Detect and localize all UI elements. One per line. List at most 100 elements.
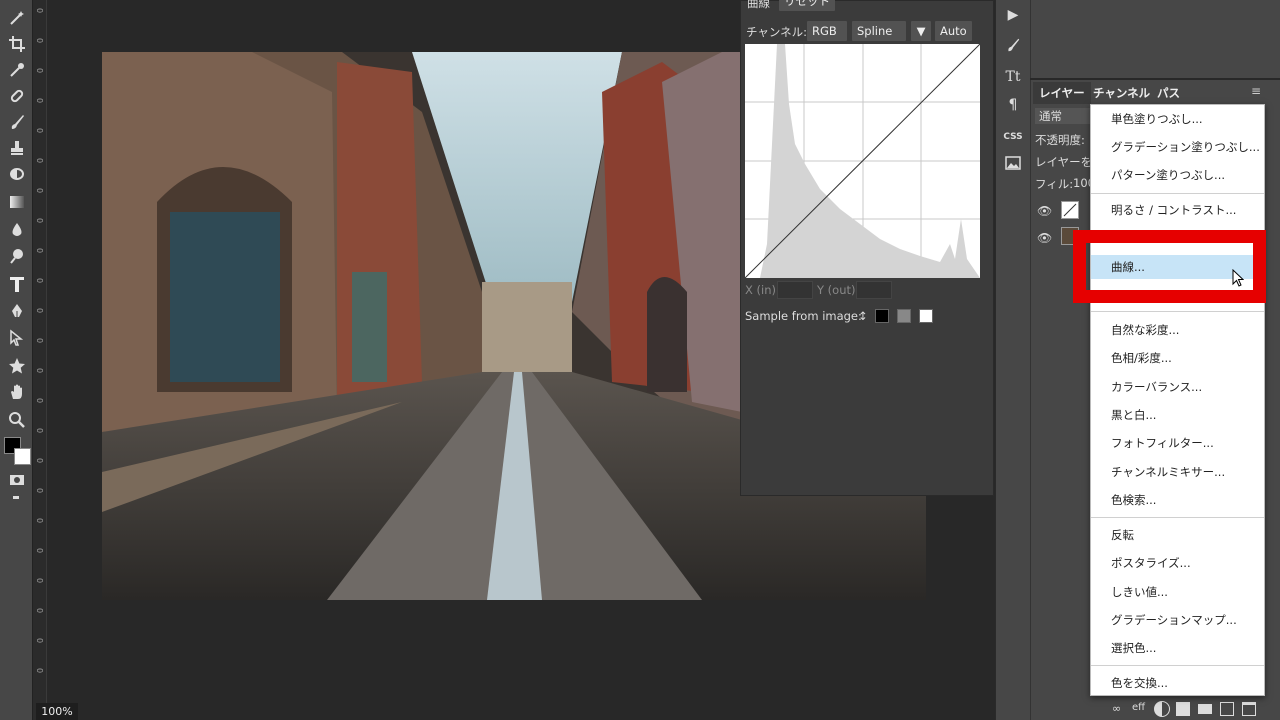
stamp-icon[interactable] xyxy=(4,136,30,160)
menu-separator xyxy=(1091,193,1264,194)
menu-item-black-white[interactable]: 黒と白... xyxy=(1091,403,1264,427)
menu-item-brightness-contrast[interactable]: 明るさ / コントラスト... xyxy=(1091,198,1264,222)
ruler-mark: 0 xyxy=(35,38,44,44)
mode-select[interactable]: Spline ▾ xyxy=(852,21,906,58)
ruler-mark: 0 xyxy=(35,608,44,614)
menu-item-posterize[interactable]: ポスタライズ... xyxy=(1091,551,1264,575)
curves-dialog: 曲線 リセット チャンネル: RGB ▾ Spline ▾ ▼ Auto X (… xyxy=(740,0,994,496)
ruler-mark: 0 xyxy=(35,368,44,374)
crop-icon[interactable] xyxy=(4,32,30,56)
menu-item-solid-fill[interactable]: 単色塗りつぶし... xyxy=(1091,107,1264,131)
tools-panel xyxy=(0,0,33,720)
gradient-icon[interactable] xyxy=(4,190,30,214)
hand-icon[interactable] xyxy=(4,380,30,404)
opacity-label: 不透明度: xyxy=(1035,133,1085,147)
ruler-mark: 0 xyxy=(35,338,44,344)
css-icon[interactable]: CSS xyxy=(1001,126,1025,148)
ruler-mark: 0 xyxy=(35,518,44,524)
eyedropper-icon[interactable] xyxy=(4,58,30,82)
ruler-mark: 0 xyxy=(35,128,44,134)
x-in-field[interactable] xyxy=(777,281,813,299)
magic-wand-icon[interactable] xyxy=(4,6,30,30)
blur-drop-icon[interactable] xyxy=(4,218,30,242)
tab-layers[interactable]: レイヤー xyxy=(1033,82,1091,104)
sample-arrows-icon[interactable]: ↕ xyxy=(858,309,868,323)
ruler-mark: 0 xyxy=(35,548,44,554)
y-out-field[interactable] xyxy=(856,281,892,299)
brush-settings-icon[interactable] xyxy=(1001,34,1025,56)
ruler-mark: 0 xyxy=(35,248,44,254)
dodge-icon[interactable] xyxy=(4,244,30,268)
ruler-mark: 0 xyxy=(35,8,44,14)
channel-select[interactable]: RGB ▾ xyxy=(807,21,847,58)
menu-item-replace-color[interactable]: 色を交換... xyxy=(1091,671,1264,695)
eye-icon[interactable]: 👁 xyxy=(1037,231,1052,245)
menu-item-channel-mixer[interactable]: チャンネルミキサー... xyxy=(1091,460,1264,484)
link-icon[interactable]: ∞ xyxy=(1112,702,1126,716)
menu-item-color-balance[interactable]: カラーバランス... xyxy=(1091,375,1264,399)
background-color[interactable] xyxy=(14,448,31,465)
folder-icon[interactable] xyxy=(1198,704,1212,714)
ruler-mark: 0 xyxy=(35,308,44,314)
menu-item-pattern-fill[interactable]: パターン塗りつぶし... xyxy=(1091,163,1264,187)
color-swatches[interactable] xyxy=(3,436,31,466)
zoom-icon[interactable] xyxy=(4,408,30,432)
auto-button[interactable]: Auto xyxy=(935,21,972,41)
tab-channels[interactable]: チャンネル xyxy=(1087,82,1156,104)
eraser-icon[interactable] xyxy=(4,162,30,186)
effects-button[interactable]: eff xyxy=(1132,702,1146,716)
mask-icon[interactable] xyxy=(1176,702,1190,716)
ruler-mark: 0 xyxy=(35,428,44,434)
image-icon[interactable] xyxy=(1001,152,1025,174)
eye-icon[interactable]: 👁 xyxy=(1037,204,1052,218)
adjustment-layer-thumbnail[interactable] xyxy=(1061,201,1079,219)
curves-graph[interactable] xyxy=(744,43,981,279)
reset-button[interactable]: リセット xyxy=(779,0,835,11)
ruler-mark: 0 xyxy=(35,278,44,284)
mode-value: Spline xyxy=(857,24,893,38)
sample-black-button[interactable] xyxy=(875,309,889,323)
sample-gray-button[interactable] xyxy=(897,309,911,323)
ruler-mark: 0 xyxy=(35,488,44,494)
trash-icon[interactable] xyxy=(1242,702,1256,716)
type-tool-icon[interactable] xyxy=(4,272,30,296)
menu-item-photo-filter[interactable]: フォトフィルター... xyxy=(1091,431,1264,455)
menu-item-vibrance[interactable]: 自然な彩度... xyxy=(1091,318,1264,342)
mouse-cursor-icon xyxy=(1232,269,1244,287)
new-layer-icon[interactable] xyxy=(1220,702,1234,716)
screen-mode-icon[interactable] xyxy=(13,496,19,499)
y-out-label: Y (out): xyxy=(817,283,860,297)
shape-star-icon[interactable] xyxy=(4,354,30,378)
menu-item-gradient-fill[interactable]: グラデーション塗りつぶし... xyxy=(1091,135,1264,159)
zoom-level[interactable]: 100% xyxy=(36,703,78,720)
channel-label: チャンネル: xyxy=(746,25,808,39)
brush-icon[interactable] xyxy=(4,110,30,134)
menu-separator xyxy=(1091,665,1264,666)
healing-brush-icon[interactable] xyxy=(4,84,30,108)
menu-item-invert[interactable]: 反転 xyxy=(1091,523,1264,547)
history-panel xyxy=(1030,0,1280,78)
x-in-label: X (in): xyxy=(745,283,780,297)
menu-item-threshold[interactable]: しきい値... xyxy=(1091,580,1264,604)
curves-title: 曲線 xyxy=(747,0,770,10)
sample-white-button[interactable] xyxy=(919,309,933,323)
character-icon[interactable]: Tt xyxy=(1001,66,1025,88)
panel-menu-icon[interactable]: ≡ xyxy=(1251,84,1261,98)
menu-item-color-lookup[interactable]: 色検索... xyxy=(1091,488,1264,512)
vertical-ruler: 0 0 0 0 0 0 0 0 0 0 0 0 0 0 0 0 0 0 0 0 … xyxy=(33,0,47,720)
pen-icon[interactable] xyxy=(4,300,30,324)
paragraph-icon[interactable]: ¶ xyxy=(1001,94,1025,116)
play-icon[interactable]: ▶ xyxy=(1001,4,1025,26)
path-select-icon[interactable] xyxy=(4,326,30,350)
options-dropdown-button[interactable]: ▼ xyxy=(911,21,931,41)
menu-item-selective-color[interactable]: 選択色... xyxy=(1091,636,1264,660)
ruler-mark: 0 xyxy=(35,218,44,224)
adjustment-layer-menu: 単色塗りつぶし... グラデーション塗りつぶし... パターン塗りつぶし... … xyxy=(1090,104,1265,696)
menu-item-hue-saturation[interactable]: 色相/彩度... xyxy=(1091,346,1264,370)
blend-mode-select[interactable]: 通常 xyxy=(1035,108,1095,124)
menu-item-gradient-map[interactable]: グラデーションマップ... xyxy=(1091,608,1264,632)
quick-mask-icon[interactable] xyxy=(4,468,30,492)
panel-icon-strip: ▶ Tt ¶ CSS xyxy=(995,0,1030,720)
adjustment-layer-icon[interactable] xyxy=(1154,701,1170,717)
tab-paths[interactable]: パス xyxy=(1151,82,1186,104)
